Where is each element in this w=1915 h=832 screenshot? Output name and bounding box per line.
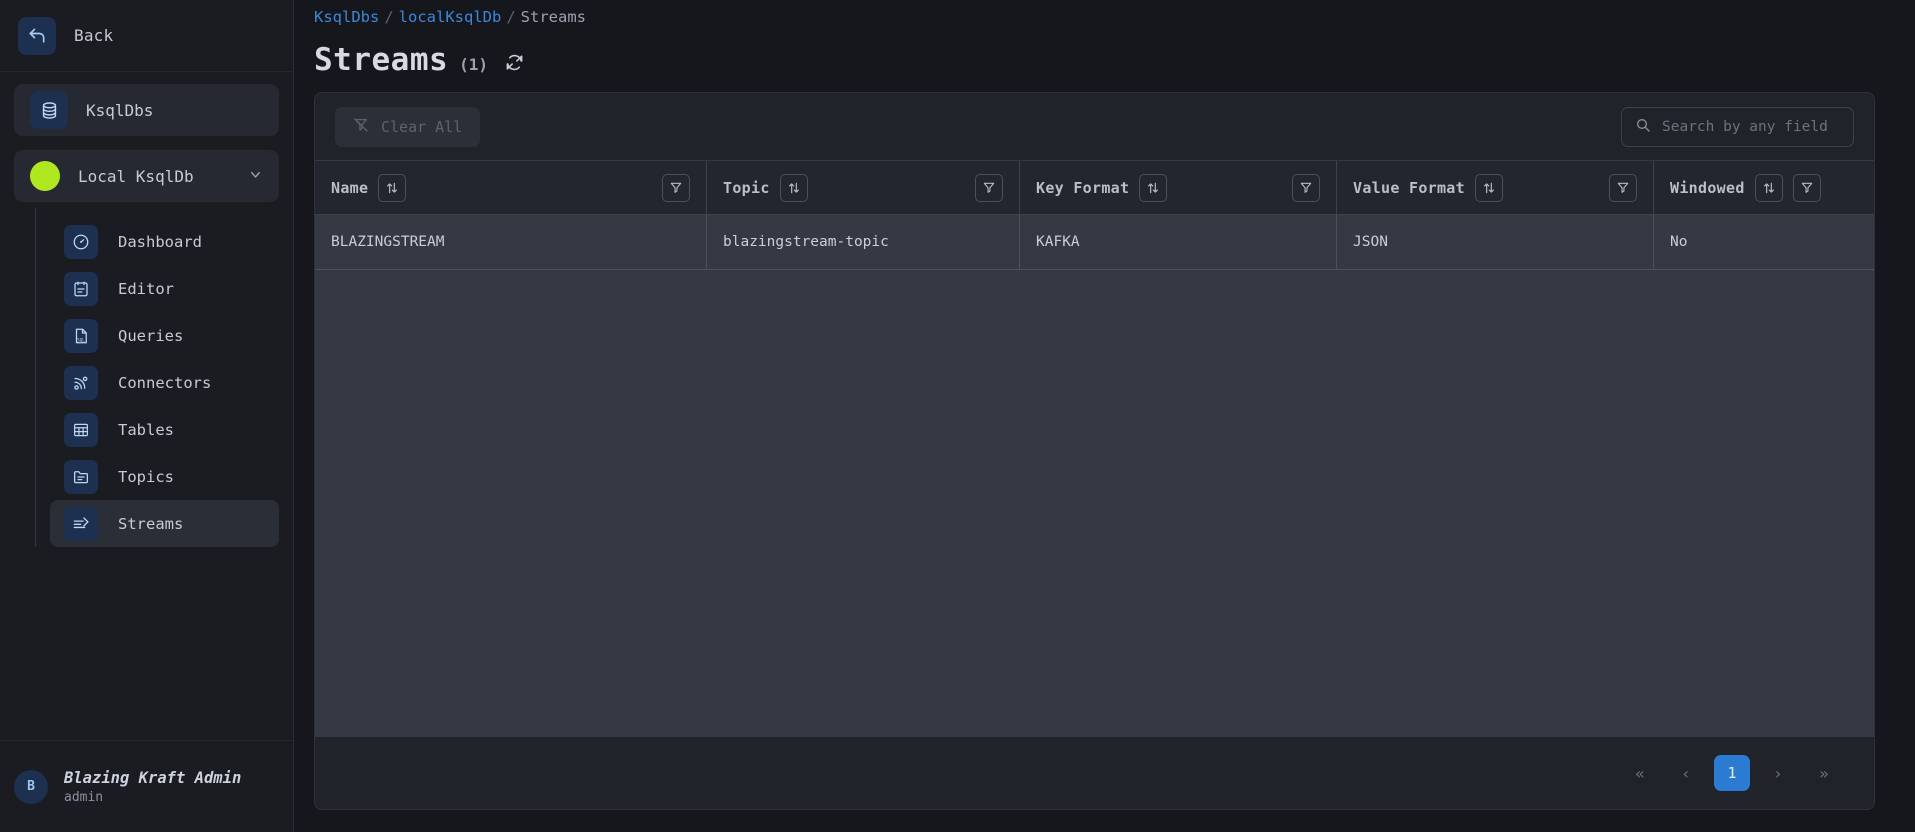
search-icon xyxy=(1635,117,1651,137)
cell-value-format: JSON xyxy=(1337,215,1654,269)
table-empty-space xyxy=(315,270,1874,737)
app-root: Back KsqlDbs Local KsqlDb Dashboard Edit… xyxy=(0,0,1915,832)
sql-file-icon: SQL xyxy=(64,318,98,353)
clear-all-label: Clear All xyxy=(381,117,463,136)
cluster-status-dot xyxy=(30,161,60,191)
breadcrumb-ksqldbs[interactable]: KsqlDbs xyxy=(314,8,379,26)
sidebar-item-tables-label: Tables xyxy=(118,420,174,439)
svg-text:SQL: SQL xyxy=(77,337,85,342)
filter-off-icon xyxy=(353,117,369,137)
database-icon xyxy=(30,91,68,129)
avatar: B xyxy=(14,769,48,804)
clear-all-button[interactable]: Clear All xyxy=(335,106,481,147)
column-label-value-format: Value Format xyxy=(1353,178,1465,197)
pagination: « ‹ 1 › » xyxy=(315,737,1874,809)
user-role: admin xyxy=(64,789,104,805)
filter-icon-windowed[interactable] xyxy=(1792,173,1821,202)
sort-icon-name[interactable] xyxy=(378,173,407,202)
column-header-value-format: Value Format xyxy=(1337,161,1654,214)
sort-icon-key-format[interactable] xyxy=(1139,173,1168,202)
filter-icon-topic[interactable] xyxy=(975,173,1003,202)
cell-windowed: No xyxy=(1670,234,1688,250)
cell-topic: blazingstream-topic xyxy=(707,215,1020,269)
pagination-next[interactable]: › xyxy=(1760,755,1796,791)
sidebar-item-ksqldbs[interactable]: KsqlDbs xyxy=(14,84,279,136)
sidebar-item-streams[interactable]: Streams xyxy=(50,500,279,547)
column-label-windowed: Windowed xyxy=(1670,178,1745,197)
column-label-key-format: Key Format xyxy=(1036,178,1130,197)
table-body: BLAZINGSTREAM blazingstream-topic KAFKA … xyxy=(315,215,1874,737)
filter-icon-value-format[interactable] xyxy=(1609,173,1637,202)
back-button[interactable]: Back xyxy=(0,0,293,72)
main-content: KsqlDbs / localKsqlDb / Streams Streams (1) xyxy=(294,0,1915,832)
sidebar-item-topics[interactable]: Topics xyxy=(50,453,279,500)
table-header-row: Name Topic Key Format Value Format Windo… xyxy=(315,160,1874,215)
sidebar-item-queries-label: Queries xyxy=(118,326,184,345)
refresh-icon[interactable] xyxy=(505,53,524,76)
column-label-name: Name xyxy=(331,178,369,197)
sidebar-item-queries[interactable]: SQL Queries xyxy=(50,312,279,359)
page-title: Streams xyxy=(314,42,449,78)
sidebar-cluster-selector[interactable]: Local KsqlDb xyxy=(14,150,279,202)
sidebar-item-topics-label: Topics xyxy=(118,467,174,486)
sidebar-item-dashboard[interactable]: Dashboard xyxy=(50,218,279,265)
pagination-first[interactable]: « xyxy=(1622,755,1658,791)
sidebar: Back KsqlDbs Local KsqlDb Dashboard Edit… xyxy=(0,0,294,832)
page-count: (1) xyxy=(459,55,489,74)
sidebar-nav: KsqlDbs Local KsqlDb Dashboard Editor SQ… xyxy=(0,72,293,740)
column-label-topic: Topic xyxy=(723,178,770,197)
sidebar-cluster-label: Local KsqlDb xyxy=(78,166,194,186)
sidebar-item-ksqldbs-label: KsqlDbs xyxy=(86,100,154,120)
streams-card: Clear All Name xyxy=(314,92,1875,810)
sidebar-item-editor[interactable]: Editor xyxy=(50,265,279,312)
breadcrumb-separator-2: / xyxy=(506,8,516,26)
search-input[interactable] xyxy=(1662,118,1840,135)
pagination-prev[interactable]: ‹ xyxy=(1668,755,1704,791)
filter-icon-key-format[interactable] xyxy=(1292,173,1320,202)
cell-name: BLAZINGSTREAM xyxy=(315,215,707,269)
table-toolbar: Clear All xyxy=(315,93,1874,160)
sidebar-user[interactable]: B Blazing Kraft Admin admin xyxy=(0,740,293,832)
streams-icon xyxy=(64,506,98,541)
breadcrumb-current: Streams xyxy=(520,8,586,26)
connector-icon xyxy=(64,365,98,400)
column-header-topic: Topic xyxy=(707,161,1020,214)
sidebar-item-dashboard-label: Dashboard xyxy=(118,232,202,251)
chevron-down-icon[interactable] xyxy=(248,167,263,185)
column-header-windowed: Windowed xyxy=(1654,161,1874,214)
sidebar-item-connectors[interactable]: Connectors xyxy=(50,359,279,406)
user-name: Blazing Kraft Admin xyxy=(64,768,242,787)
page-header: Streams (1) xyxy=(314,26,1875,92)
column-header-key-format: Key Format xyxy=(1020,161,1337,214)
sidebar-item-streams-label: Streams xyxy=(118,514,184,533)
table-grid-icon xyxy=(64,412,98,447)
sidebar-item-connectors-label: Connectors xyxy=(118,373,212,392)
folder-list-icon xyxy=(64,459,98,494)
user-info: Blazing Kraft Admin admin xyxy=(64,769,241,805)
back-label: Back xyxy=(74,26,114,45)
breadcrumb-cluster[interactable]: localKsqlDb xyxy=(399,8,502,26)
sort-icon-topic[interactable] xyxy=(779,173,808,202)
search-box[interactable] xyxy=(1621,106,1854,147)
cell-key-format: KAFKA xyxy=(1020,215,1337,269)
column-header-name: Name xyxy=(315,161,707,214)
gauge-icon xyxy=(64,224,98,259)
filter-icon-name[interactable] xyxy=(662,173,690,202)
pagination-page-1[interactable]: 1 xyxy=(1714,755,1750,791)
clipboard-icon xyxy=(64,271,98,306)
sidebar-item-editor-label: Editor xyxy=(118,279,174,298)
sidebar-subnav: Dashboard Editor SQL Queries Connectors … xyxy=(35,208,293,547)
breadcrumb: KsqlDbs / localKsqlDb / Streams xyxy=(314,0,1875,26)
sidebar-item-tables[interactable]: Tables xyxy=(50,406,279,453)
back-arrow-icon xyxy=(18,16,56,55)
table-row[interactable]: BLAZINGSTREAM blazingstream-topic KAFKA … xyxy=(315,215,1874,270)
sort-icon-windowed[interactable] xyxy=(1754,173,1783,202)
pagination-last[interactable]: » xyxy=(1806,755,1842,791)
breadcrumb-separator-1: / xyxy=(384,8,394,26)
sort-icon-value-format[interactable] xyxy=(1474,173,1503,202)
